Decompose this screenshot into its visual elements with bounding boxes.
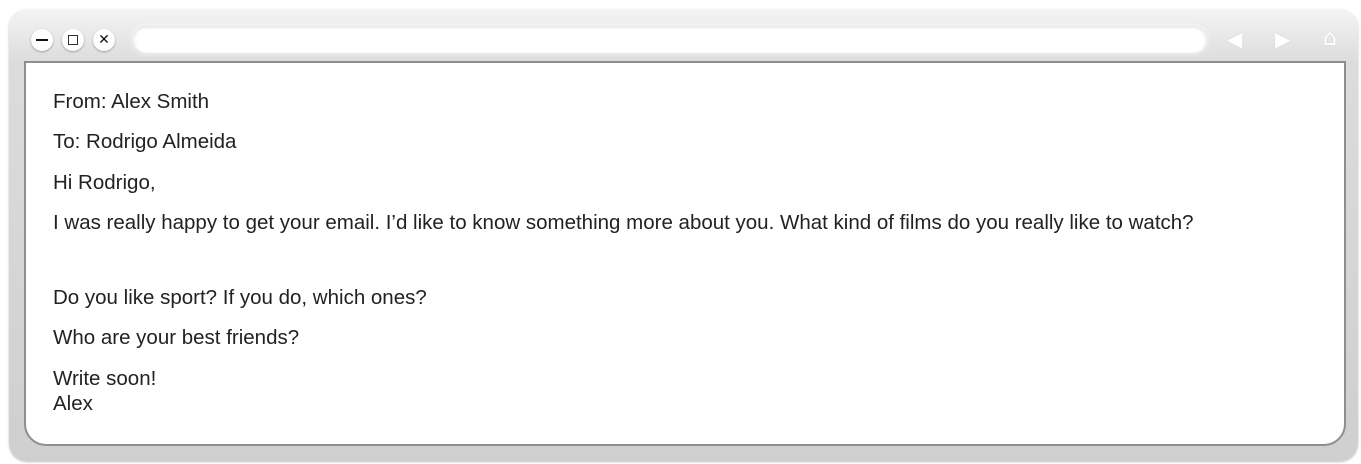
minimize-icon	[36, 39, 48, 41]
title-bar: ✕ ◀ ▶ ⌂	[9, 9, 1358, 61]
email-paragraph: I was really happy to get your email. I’…	[53, 211, 1194, 234]
close-icon: ✕	[98, 32, 110, 48]
browser-window: ✕ ◀ ▶ ⌂ From: Alex Smith To: Rodrigo Alm…	[9, 9, 1358, 461]
email-paragraph: Do you like sport? If you do, which ones…	[53, 286, 427, 309]
email-signature: Alex	[53, 392, 93, 415]
close-button[interactable]: ✕	[93, 29, 115, 51]
email-content-pane: From: Alex Smith To: Rodrigo Almeida Hi …	[24, 61, 1346, 446]
address-bar[interactable]	[133, 26, 1207, 53]
maximize-button[interactable]	[62, 29, 84, 51]
email-greeting: Hi Rodrigo,	[53, 171, 156, 194]
forward-arrow-icon[interactable]: ▶	[1275, 27, 1290, 51]
email-closing: Write soon!	[53, 367, 157, 390]
home-icon[interactable]: ⌂	[1323, 27, 1337, 51]
maximize-icon	[68, 35, 78, 45]
minimize-button[interactable]	[31, 29, 53, 51]
email-paragraph: Who are your best friends?	[53, 326, 300, 349]
email-from: From: Alex Smith	[53, 90, 210, 113]
email-to: To: Rodrigo Almeida	[53, 130, 237, 153]
back-arrow-icon[interactable]: ◀	[1227, 27, 1242, 51]
